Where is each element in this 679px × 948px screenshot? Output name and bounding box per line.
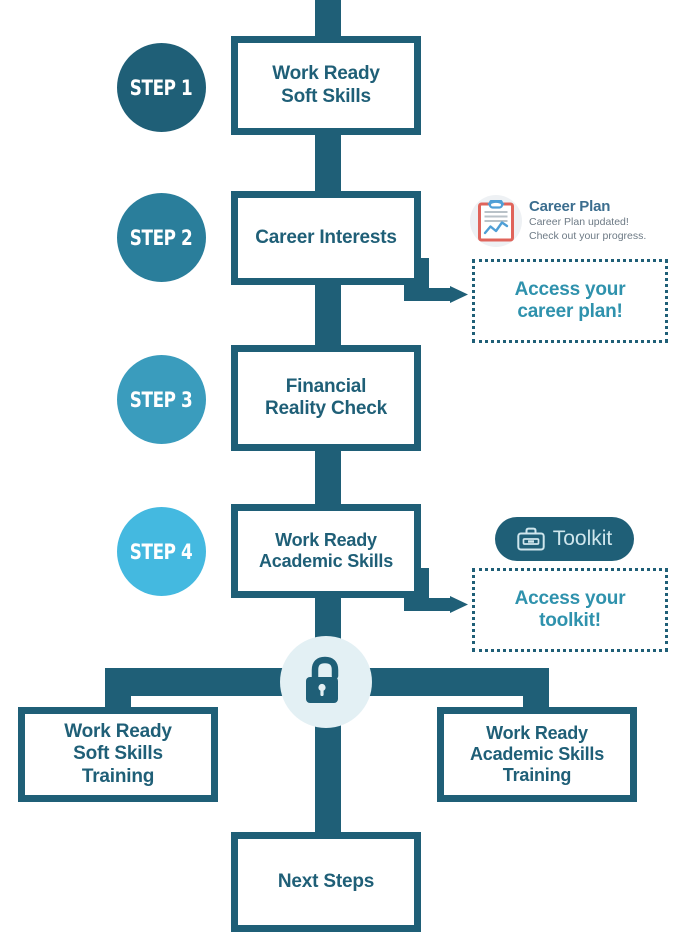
spine-segment-top [315, 0, 341, 40]
arrow-to-career-plan [404, 258, 468, 303]
access-toolkit-label: Access your toolkit! [514, 587, 626, 631]
flow-box-step-1-label: Work Ready Soft Skills [272, 63, 380, 107]
flow-box-next-steps-label: Next Steps [277, 870, 375, 892]
outcome-box-academic-skills-training-label: Work Ready Academic Skills Training [469, 722, 605, 786]
outcome-box-soft-skills-training[interactable]: Work Ready Soft Skills Training [18, 707, 218, 802]
flowchart-canvas: STEP 1 Work Ready Soft Skills STEP 2 Car… [0, 0, 679, 948]
step-circle-3-label: STEP 3 [130, 387, 193, 412]
flow-box-step-4[interactable]: Work Ready Academic Skills [231, 504, 421, 598]
step-circle-4-label: STEP 4 [130, 539, 193, 564]
access-toolkit-box[interactable]: Access your toolkit! [472, 568, 668, 652]
flow-box-step-2-label: Career Interests [255, 226, 397, 248]
toolbox-icon [517, 527, 545, 551]
flow-box-step-2[interactable]: Career Interests [231, 191, 421, 285]
outcome-box-soft-skills-training-label: Work Ready Soft Skills Training [64, 720, 172, 787]
unlock-node [280, 636, 372, 728]
access-career-plan-label: Access your career plan! [514, 278, 626, 322]
spine-segment-3-4 [315, 450, 341, 504]
career-plan-badge[interactable]: Career Plan Career Plan updated! Check o… [470, 193, 670, 249]
step-circle-4: STEP 4 [117, 507, 206, 596]
open-padlock-icon [306, 656, 339, 703]
arrow-to-toolkit [404, 568, 468, 613]
flow-box-step-1[interactable]: Work Ready Soft Skills [231, 36, 421, 135]
flow-box-next-steps[interactable]: Next Steps [231, 832, 421, 932]
clipboard-chart-icon-wrap [470, 195, 522, 247]
flow-box-step-3[interactable]: Financial Reality Check [231, 345, 421, 451]
step-circle-1-label: STEP 1 [130, 75, 193, 100]
access-career-plan-box[interactable]: Access your career plan! [472, 259, 668, 343]
spine-segment-2-3 [315, 282, 341, 346]
outcome-box-academic-skills-training[interactable]: Work Ready Academic Skills Training [437, 707, 637, 802]
career-plan-title: Career Plan [529, 197, 611, 215]
career-plan-subtitle: Career Plan updated! Check out your prog… [529, 216, 647, 242]
step-circle-2-label: STEP 2 [130, 225, 193, 250]
toolkit-label: Toolkit [552, 527, 613, 550]
toolkit-pill[interactable]: Toolkit [495, 517, 634, 561]
clipboard-chart-icon [478, 200, 514, 242]
flow-box-step-3-label: Financial Reality Check [264, 375, 387, 419]
flow-box-step-4-label: Work Ready Academic Skills [258, 529, 394, 571]
spine-segment-1-2 [315, 132, 341, 192]
step-circle-1: STEP 1 [117, 43, 206, 132]
career-plan-text: Career Plan Career Plan updated! Check o… [529, 197, 647, 244]
step-circle-2: STEP 2 [117, 193, 206, 282]
step-circle-3: STEP 3 [117, 355, 206, 444]
